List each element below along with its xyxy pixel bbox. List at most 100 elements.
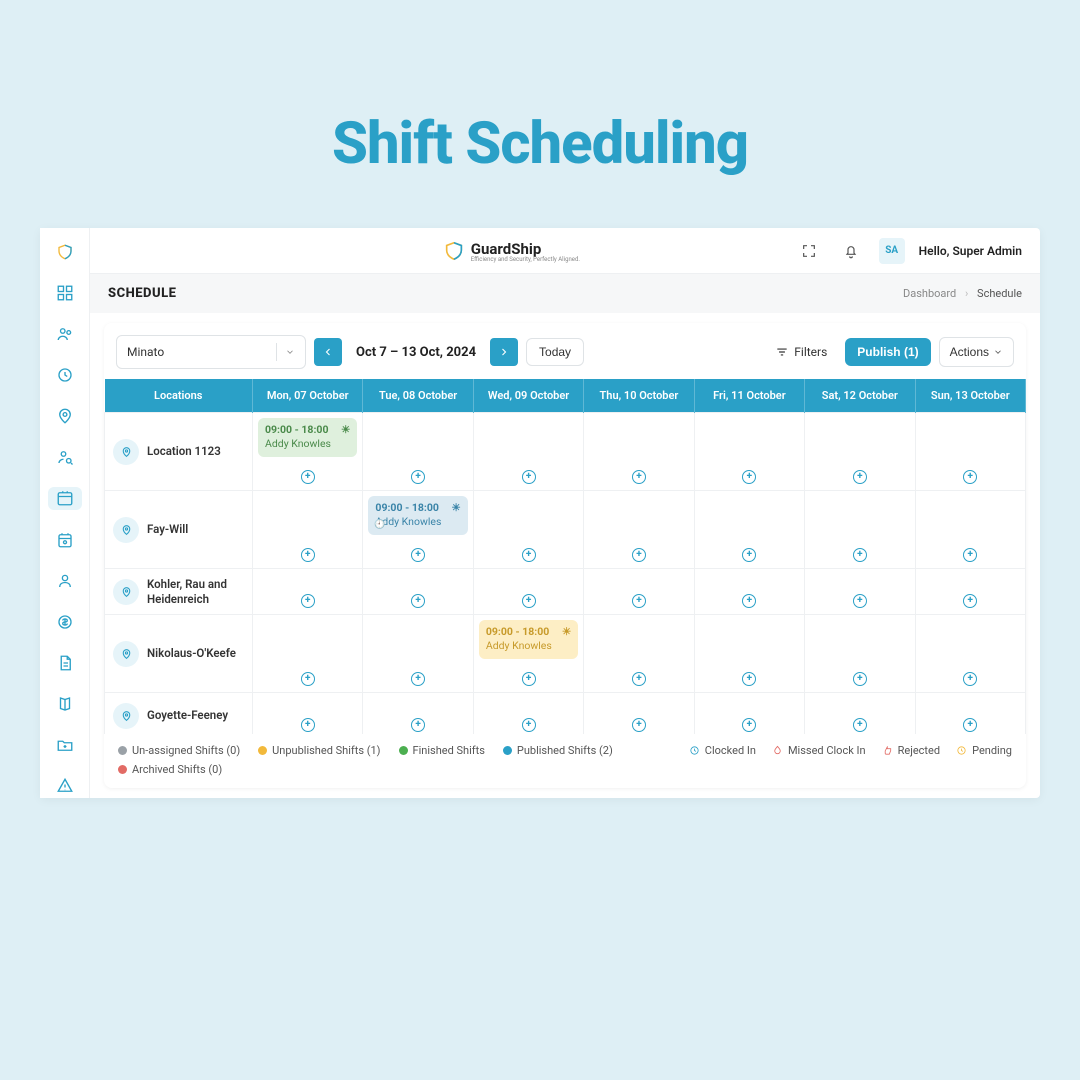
add-shift-button[interactable] (742, 470, 756, 484)
day-cell[interactable] (915, 693, 1025, 735)
day-cell[interactable] (253, 615, 363, 693)
filters-button[interactable]: Filters (765, 339, 837, 365)
day-cell[interactable] (805, 491, 915, 569)
add-shift-button[interactable] (963, 594, 977, 608)
add-shift-button[interactable] (632, 548, 646, 562)
dashboard-icon[interactable] (48, 281, 82, 304)
location-select[interactable]: Minato (116, 335, 306, 369)
add-shift-button[interactable] (963, 548, 977, 562)
add-shift-button[interactable] (632, 470, 646, 484)
today-button[interactable]: Today (526, 338, 584, 366)
day-cell[interactable] (584, 491, 694, 569)
day-cell[interactable]: 09:00 - 18:00☀ Addy Knowles 🕘 (363, 491, 473, 569)
chevron-down-icon (285, 347, 295, 357)
day-cell[interactable] (694, 693, 804, 735)
day-cell[interactable] (694, 569, 804, 615)
add-shift-button[interactable] (963, 672, 977, 686)
day-cell[interactable] (363, 693, 473, 735)
day-cell[interactable] (805, 413, 915, 491)
day-cell[interactable] (694, 491, 804, 569)
add-shift-button[interactable] (522, 548, 536, 562)
publish-button[interactable]: Publish (1) (845, 338, 930, 366)
add-shift-button[interactable] (411, 718, 425, 732)
map-route-icon[interactable] (48, 693, 82, 716)
add-shift-button[interactable] (301, 672, 315, 686)
schedule-icon[interactable] (48, 487, 82, 510)
breadcrumb-root[interactable]: Dashboard (903, 287, 956, 300)
add-shift-button[interactable] (522, 594, 536, 608)
day-cell[interactable] (915, 569, 1025, 615)
day-cell[interactable] (363, 615, 473, 693)
shift-card[interactable]: 09:00 - 18:00☀ Addy Knowles 🕘 (368, 496, 467, 535)
day-cell[interactable] (805, 615, 915, 693)
prev-week-button[interactable] (314, 338, 342, 366)
day-cell[interactable] (584, 569, 694, 615)
day-cell[interactable] (473, 413, 583, 491)
chevron-down-icon (993, 347, 1003, 357)
add-shift-button[interactable] (411, 594, 425, 608)
day-cell[interactable] (473, 569, 583, 615)
add-shift-button[interactable] (411, 672, 425, 686)
add-shift-button[interactable] (742, 718, 756, 732)
day-cell[interactable] (694, 615, 804, 693)
add-shift-button[interactable] (301, 594, 315, 608)
document-icon[interactable] (48, 651, 82, 674)
add-shift-button[interactable] (742, 548, 756, 562)
avatar[interactable]: SA (879, 238, 905, 264)
add-shift-button[interactable] (301, 548, 315, 562)
add-shift-button[interactable] (522, 672, 536, 686)
day-cell[interactable] (805, 693, 915, 735)
user-search-icon[interactable] (48, 446, 82, 469)
alert-icon[interactable] (48, 775, 82, 798)
day-cell[interactable] (253, 491, 363, 569)
day-cell[interactable]: 09:00 - 18:00☀ Addy Knowles (253, 413, 363, 491)
day-cell[interactable]: 09:00 - 18:00☀ Addy Knowles (473, 615, 583, 693)
add-shift-button[interactable] (853, 594, 867, 608)
day-cell[interactable] (915, 491, 1025, 569)
day-cell[interactable] (363, 569, 473, 615)
add-shift-button[interactable] (853, 470, 867, 484)
add-shift-button[interactable] (632, 594, 646, 608)
actions-button[interactable]: Actions (939, 337, 1014, 367)
add-shift-button[interactable] (742, 594, 756, 608)
next-week-button[interactable] (490, 338, 518, 366)
add-shift-button[interactable] (522, 470, 536, 484)
shift-card[interactable]: 09:00 - 18:00☀ Addy Knowles (479, 620, 578, 659)
day-cell[interactable] (253, 693, 363, 735)
add-shift-button[interactable] (411, 470, 425, 484)
day-cell[interactable] (584, 693, 694, 735)
add-shift-button[interactable] (853, 548, 867, 562)
bell-icon[interactable] (837, 237, 865, 265)
add-shift-button[interactable] (411, 548, 425, 562)
day-cell[interactable] (694, 413, 804, 491)
fullscreen-icon[interactable] (795, 237, 823, 265)
clock-mini-icon: 🕘 (374, 519, 385, 531)
day-cell[interactable] (253, 569, 363, 615)
day-cell[interactable] (584, 615, 694, 693)
add-shift-button[interactable] (301, 718, 315, 732)
add-shift-button[interactable] (632, 672, 646, 686)
add-shift-button[interactable] (963, 470, 977, 484)
day-cell[interactable] (805, 569, 915, 615)
day-cell[interactable] (473, 491, 583, 569)
billing-icon[interactable] (48, 610, 82, 633)
shift-card[interactable]: 09:00 - 18:00☀ Addy Knowles (258, 418, 357, 457)
add-shift-button[interactable] (963, 718, 977, 732)
day-cell[interactable] (584, 413, 694, 491)
location-icon[interactable] (48, 405, 82, 428)
profile-icon[interactable] (48, 569, 82, 592)
clock-icon[interactable] (48, 363, 82, 386)
team-icon[interactable] (48, 322, 82, 345)
add-shift-button[interactable] (522, 718, 536, 732)
calendar-icon[interactable] (48, 528, 82, 551)
day-cell[interactable] (915, 615, 1025, 693)
add-shift-button[interactable] (632, 718, 646, 732)
folder-icon[interactable] (48, 734, 82, 757)
add-shift-button[interactable] (853, 672, 867, 686)
add-shift-button[interactable] (853, 718, 867, 732)
add-shift-button[interactable] (301, 470, 315, 484)
day-cell[interactable] (363, 413, 473, 491)
day-cell[interactable] (473, 693, 583, 735)
add-shift-button[interactable] (742, 672, 756, 686)
day-cell[interactable] (915, 413, 1025, 491)
